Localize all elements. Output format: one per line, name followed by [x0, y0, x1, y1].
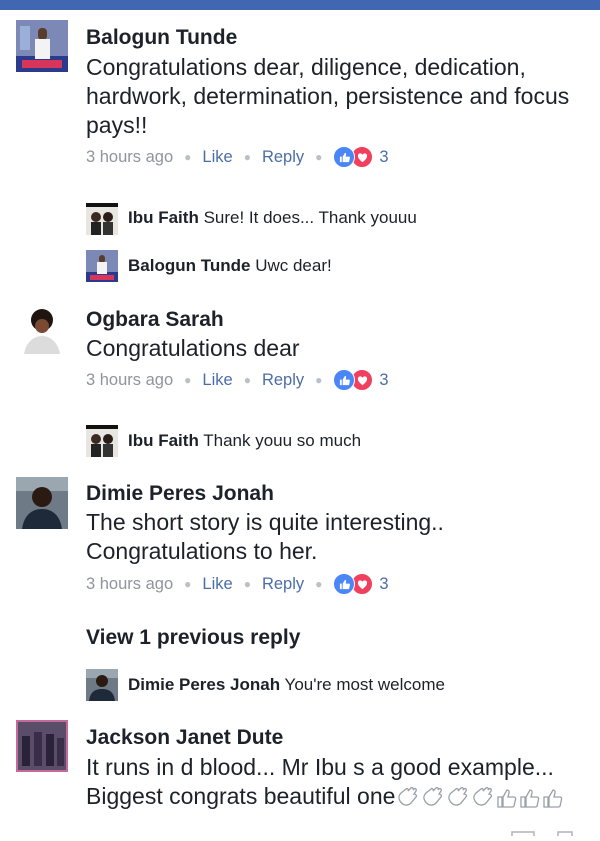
comment-author[interactable]: Ogbara Sarah — [86, 308, 224, 332]
comment-author[interactable]: Dimie Peres Jonah — [86, 482, 274, 506]
like-reaction-icon — [333, 146, 356, 168]
clapping-hands-icon — [396, 786, 420, 809]
reply-author[interactable]: Ibu Faith — [128, 431, 199, 450]
comment-meta: 3 hours ago ● Like ● Reply ● 3 — [86, 573, 389, 595]
like-reaction-icon — [333, 573, 356, 595]
reply-button[interactable]: Reply — [262, 148, 304, 167]
avatar-photo-icon — [86, 669, 118, 701]
reply-item: Ibu Faith Thank youu so much — [128, 431, 361, 451]
reply-item: Dimie Peres Jonah You're most welcome — [128, 675, 445, 695]
separator-dot: ● — [243, 150, 251, 164]
like-button[interactable]: Like — [202, 148, 232, 167]
avatar-photo-icon — [86, 250, 118, 282]
bottom-bar-edge — [508, 823, 578, 836]
separator-dot: ● — [315, 150, 323, 164]
comment-text: It runs in d blood... Mr Ibu s a good ex… — [86, 753, 596, 811]
separator-dot: ● — [315, 577, 323, 591]
reactions-summary[interactable]: 3 — [333, 573, 389, 595]
reply-item: Ibu Faith Sure! It does... Thank youuu — [128, 208, 417, 228]
reply-text: Uwc dear! — [255, 256, 332, 275]
avatar-photo-icon — [16, 477, 68, 529]
like-button[interactable]: Like — [202, 371, 232, 390]
separator-dot: ● — [243, 373, 251, 387]
avatar[interactable] — [16, 20, 68, 72]
comment-timestamp: 3 hours ago — [86, 574, 174, 593]
separator-dot: ● — [243, 577, 251, 591]
reaction-count: 3 — [379, 147, 389, 166]
avatar-photo-icon — [16, 720, 68, 772]
like-reaction-icon — [333, 369, 356, 391]
like-button[interactable]: Like — [202, 575, 232, 594]
separator-dot: ● — [184, 150, 192, 164]
clapping-hands-icon — [421, 786, 445, 809]
avatar[interactable] — [16, 477, 68, 529]
avatar-photo-icon — [16, 20, 68, 72]
reply-button[interactable]: Reply — [262, 371, 304, 390]
reply-author[interactable]: Dimie Peres Jonah — [128, 675, 280, 694]
comment-text-line: It runs in d blood... Mr Ibu s a good ex… — [86, 754, 554, 780]
avatar-photo-icon — [86, 425, 118, 457]
thumbs-up-icon — [542, 787, 564, 809]
avatar[interactable] — [16, 302, 68, 354]
reply-text: Sure! It does... Thank youuu — [203, 208, 417, 227]
comment-meta: 3 hours ago ● Like ● Reply ● 3 — [86, 369, 389, 391]
avatar[interactable] — [16, 720, 68, 772]
comment-timestamp: 3 hours ago — [86, 147, 174, 166]
thumbs-up-icon — [519, 787, 541, 809]
avatar[interactable] — [86, 250, 118, 282]
comment-text-fragment: Biggest congrats beautiful one — [86, 783, 396, 809]
reply-item: Balogun Tunde Uwc dear! — [128, 256, 332, 276]
comment-meta: 3 hours ago ● Like ● Reply ● 3 — [86, 146, 389, 168]
reply-author[interactable]: Balogun Tunde — [128, 256, 250, 275]
reply-text: Thank youu so much — [203, 431, 362, 450]
avatar[interactable] — [86, 669, 118, 701]
reaction-count: 3 — [379, 370, 389, 389]
top-app-bar — [0, 0, 600, 10]
reply-button[interactable]: Reply — [262, 575, 304, 594]
separator-dot: ● — [184, 577, 192, 591]
clapping-hands-icon — [446, 786, 470, 809]
avatar[interactable] — [86, 425, 118, 457]
separator-dot: ● — [315, 373, 323, 387]
reactions-summary[interactable]: 3 — [333, 146, 389, 168]
thumbs-up-icon — [496, 787, 518, 809]
comment-timestamp: 3 hours ago — [86, 370, 174, 389]
reply-author[interactable]: Ibu Faith — [128, 208, 199, 227]
avatar-photo-icon — [86, 203, 118, 235]
separator-dot: ● — [184, 373, 192, 387]
comment-text-line: Biggest congrats beautiful one — [86, 782, 596, 811]
comment-text: Congratulations dear — [86, 335, 300, 361]
avatar-photo-icon — [16, 302, 68, 354]
comment-text: The short story is quite interesting.. C… — [86, 509, 444, 564]
reaction-count: 3 — [379, 574, 389, 593]
comment-author[interactable]: Balogun Tunde — [86, 26, 237, 50]
clapping-hands-icon — [471, 786, 495, 809]
comment-text: Congratulations dear, diligence, dedicat… — [86, 54, 570, 138]
reply-text: You're most welcome — [284, 675, 445, 694]
avatar[interactable] — [86, 203, 118, 235]
comment-author[interactable]: Jackson Janet Dute — [86, 726, 283, 750]
reactions-summary[interactable]: 3 — [333, 369, 389, 391]
view-previous-replies-link[interactable]: View 1 previous reply — [86, 626, 300, 650]
